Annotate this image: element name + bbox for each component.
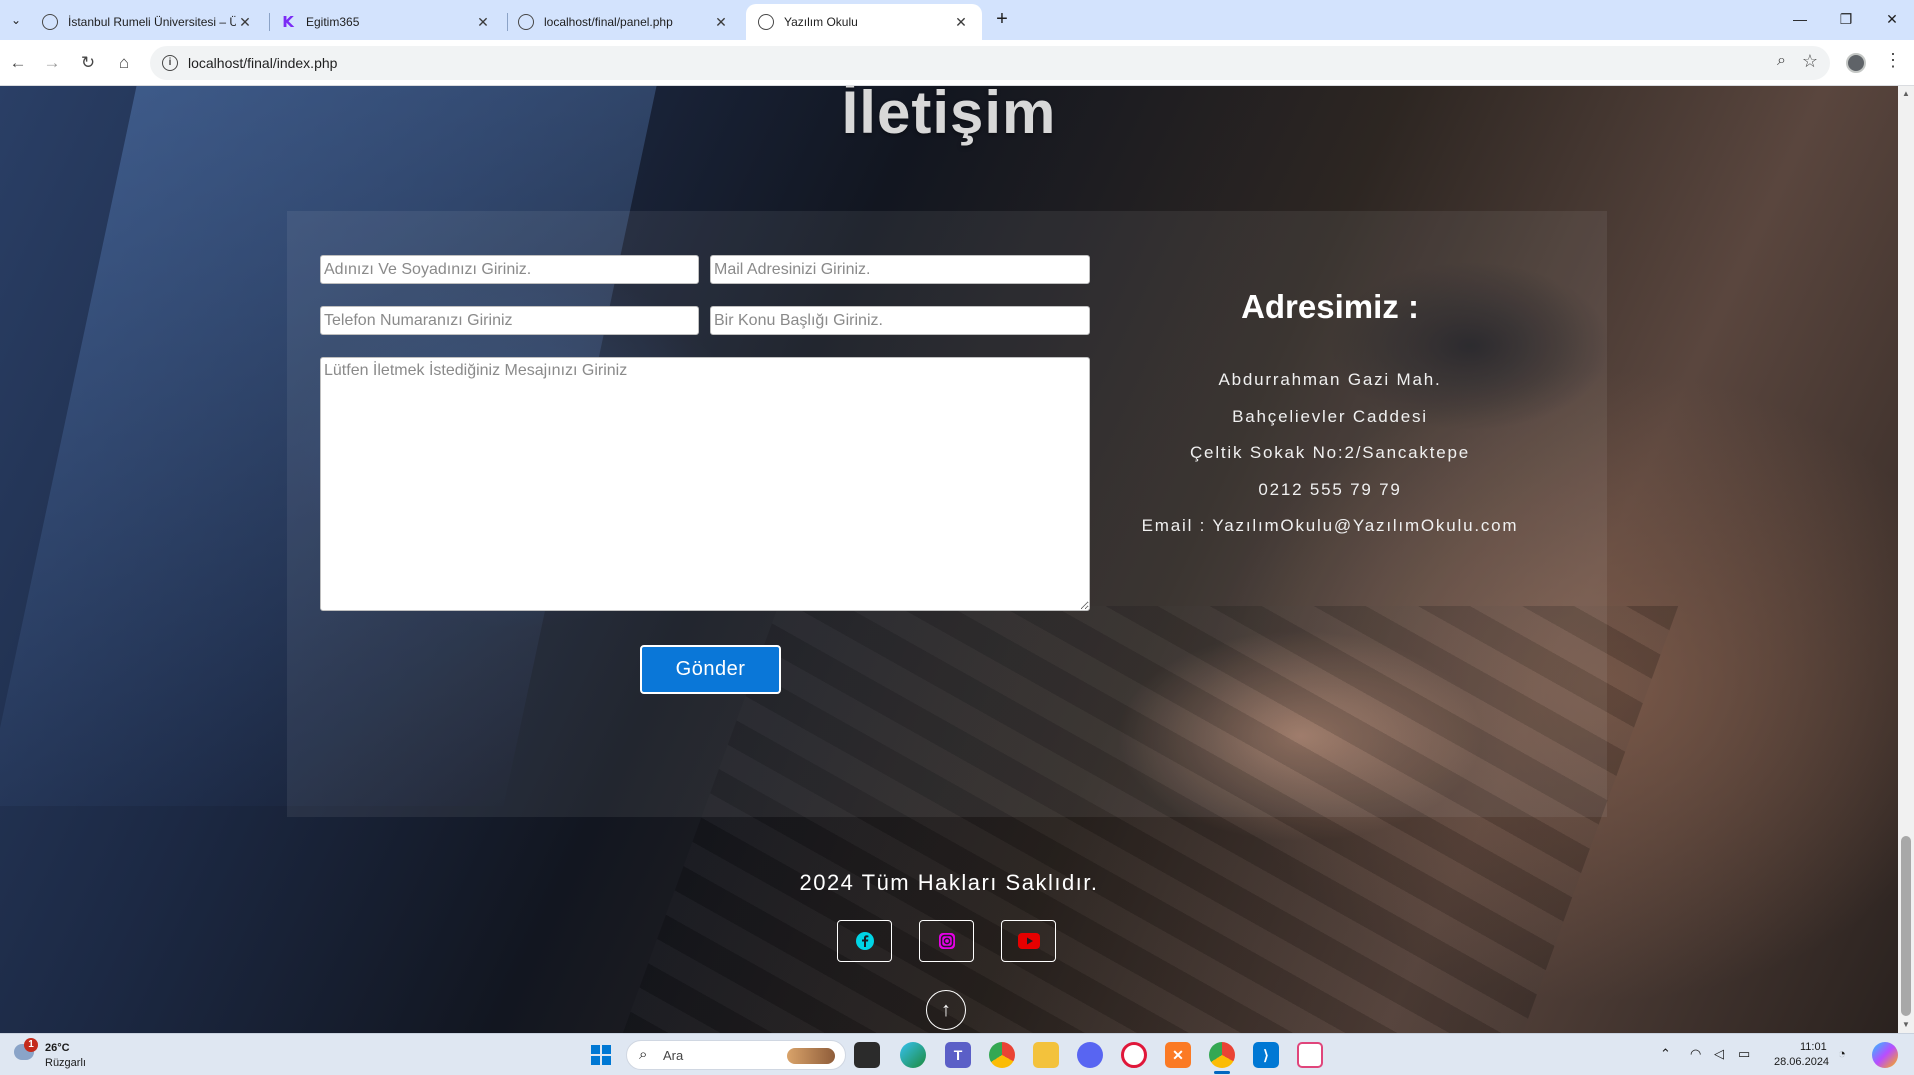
- taskbar-search[interactable]: ⌕ Ara: [626, 1040, 846, 1070]
- subject-input[interactable]: [710, 306, 1090, 335]
- back-to-top-button[interactable]: ↑: [926, 990, 966, 1030]
- email-address: Email : YazılımOkulu@YazılımOkulu.com: [1141, 516, 1519, 535]
- chrome-active-icon[interactable]: [1209, 1042, 1235, 1068]
- notification-bell-icon[interactable]: ◔: [1838, 1046, 1846, 1061]
- name-input[interactable]: [320, 255, 699, 284]
- copyright-text: 2024 Tüm Hakları Saklıdır.: [799, 870, 1099, 895]
- battery-icon[interactable]: ▭: [1738, 1046, 1750, 1062]
- phone-number: 0212 555 79 79: [1258, 480, 1402, 499]
- browser-tab-active[interactable]: Yazılım Okulu ✕: [746, 4, 982, 40]
- address-title: Adresimiz :: [1241, 288, 1419, 325]
- notification-badge: 1: [24, 1038, 38, 1052]
- browser-tab[interactable]: K Egitim365 ✕: [268, 4, 504, 40]
- instagram-link[interactable]: [919, 920, 974, 962]
- menu-icon[interactable]: ⋮: [1884, 50, 1902, 71]
- arrow-up-icon: ↑: [941, 998, 951, 1021]
- search-highlight-image: [787, 1048, 835, 1064]
- clock-date[interactable]: 28.06.2024: [1774, 1056, 1829, 1068]
- forward-button[interactable]: →: [38, 50, 66, 76]
- close-icon[interactable]: ✕: [952, 14, 970, 31]
- zoom-icon[interactable]: ⌕: [1777, 52, 1786, 70]
- teams-icon[interactable]: T: [945, 1042, 971, 1068]
- edge-icon[interactable]: [900, 1042, 926, 1068]
- search-label: Ara: [663, 1048, 684, 1063]
- instagram-icon: [938, 933, 955, 949]
- scroll-down-arrow-icon[interactable]: ▼: [1898, 1017, 1914, 1033]
- clock-time[interactable]: 11:01: [1800, 1041, 1827, 1053]
- windows-logo-icon: [591, 1045, 611, 1065]
- windows-taskbar: 1 26°C Rüzgarlı ⌕ Ara T ✕ ⟩ ⌃ ◠ ◁ ▭ 11:0…: [0, 1033, 1914, 1075]
- address-line: Çeltik Sokak No:2/Sancaktepe: [1189, 443, 1471, 462]
- minimize-button[interactable]: —: [1777, 0, 1823, 40]
- youtube-link[interactable]: [1001, 920, 1056, 962]
- window-close-button[interactable]: ✕: [1869, 0, 1914, 40]
- task-view-icon[interactable]: [854, 1042, 880, 1068]
- facebook-icon: [855, 932, 874, 950]
- page-scrollbar[interactable]: ▲ ▼: [1898, 86, 1914, 1033]
- scrollbar-thumb[interactable]: [1901, 836, 1911, 1016]
- wifi-icon[interactable]: ◠: [1690, 1046, 1701, 1062]
- weather-temperature[interactable]: 26°C: [45, 1042, 70, 1054]
- start-button[interactable]: [588, 1042, 614, 1068]
- tab-title: localhost/final/panel.php: [544, 15, 673, 29]
- vscode-icon[interactable]: ⟩: [1253, 1042, 1279, 1068]
- tab-search-dropdown-icon[interactable]: ⌄: [4, 8, 28, 32]
- snipping-tool-icon[interactable]: [1297, 1042, 1323, 1068]
- active-app-indicator: [1214, 1071, 1230, 1074]
- profile-avatar[interactable]: [1846, 53, 1866, 73]
- youtube-icon: [1017, 933, 1040, 949]
- url-text[interactable]: localhost/final/index.php: [188, 55, 337, 71]
- tab-title: İstanbul Rumeli Üniversitesi – Ü: [68, 15, 236, 29]
- restore-button[interactable]: ❐: [1823, 0, 1869, 40]
- chrome-icon[interactable]: [989, 1042, 1015, 1068]
- reload-button[interactable]: ↻: [74, 50, 102, 76]
- globe-icon: [42, 14, 58, 30]
- browser-tab[interactable]: localhost/final/panel.php ✕: [506, 4, 742, 40]
- new-tab-button[interactable]: +: [990, 8, 1014, 32]
- page-viewport: İletişim Gönder Adresimiz : Abdurrahman …: [0, 86, 1898, 1033]
- scroll-up-arrow-icon[interactable]: ▲: [1898, 86, 1914, 102]
- back-button[interactable]: ←: [4, 50, 32, 76]
- page-title: İletişim: [841, 86, 1057, 146]
- tab-strip: ⌄ İstanbul Rumeli Üniversitesi – Ü ✕ K E…: [0, 0, 1914, 40]
- volume-icon[interactable]: ◁: [1714, 1046, 1724, 1062]
- browser-toolbar: ← → ↻ ⌂ i localhost/final/index.php ⌕ ☆ …: [0, 40, 1914, 86]
- send-button[interactable]: Gönder: [640, 645, 781, 694]
- k-logo-icon: K: [282, 13, 294, 31]
- tab-title: Egitim365: [306, 15, 360, 29]
- globe-icon: [758, 14, 774, 30]
- tray-overflow-chevron-icon[interactable]: ⌃: [1660, 1046, 1671, 1062]
- weather-description[interactable]: Rüzgarlı: [45, 1057, 86, 1069]
- phone-input[interactable]: [320, 306, 699, 335]
- discord-icon[interactable]: [1077, 1042, 1103, 1068]
- site-info-icon[interactable]: i: [162, 55, 178, 71]
- file-explorer-icon[interactable]: [1033, 1042, 1059, 1068]
- address-line: Bahçelievler Caddesi: [1232, 407, 1428, 426]
- address-bar[interactable]: i localhost/final/index.php ⌕ ☆: [150, 46, 1830, 80]
- search-icon: ⌕: [639, 1046, 648, 1063]
- bookmark-star-icon[interactable]: ☆: [1802, 51, 1818, 72]
- close-icon[interactable]: ✕: [474, 14, 492, 31]
- browser-tab[interactable]: İstanbul Rumeli Üniversitesi – Ü ✕: [30, 4, 266, 40]
- close-icon[interactable]: ✕: [236, 14, 254, 31]
- xampp-icon[interactable]: ✕: [1165, 1042, 1191, 1068]
- copilot-icon[interactable]: [1872, 1042, 1898, 1068]
- opera-icon[interactable]: [1121, 1042, 1147, 1068]
- close-icon[interactable]: ✕: [712, 14, 730, 31]
- globe-icon: [518, 14, 534, 30]
- address-line: Abdurrahman Gazi Mah.: [1218, 370, 1442, 389]
- message-textarea[interactable]: [320, 357, 1090, 611]
- email-input[interactable]: [710, 255, 1090, 284]
- facebook-link[interactable]: [837, 920, 892, 962]
- tab-title: Yazılım Okulu: [784, 15, 858, 29]
- home-button[interactable]: ⌂: [110, 50, 138, 76]
